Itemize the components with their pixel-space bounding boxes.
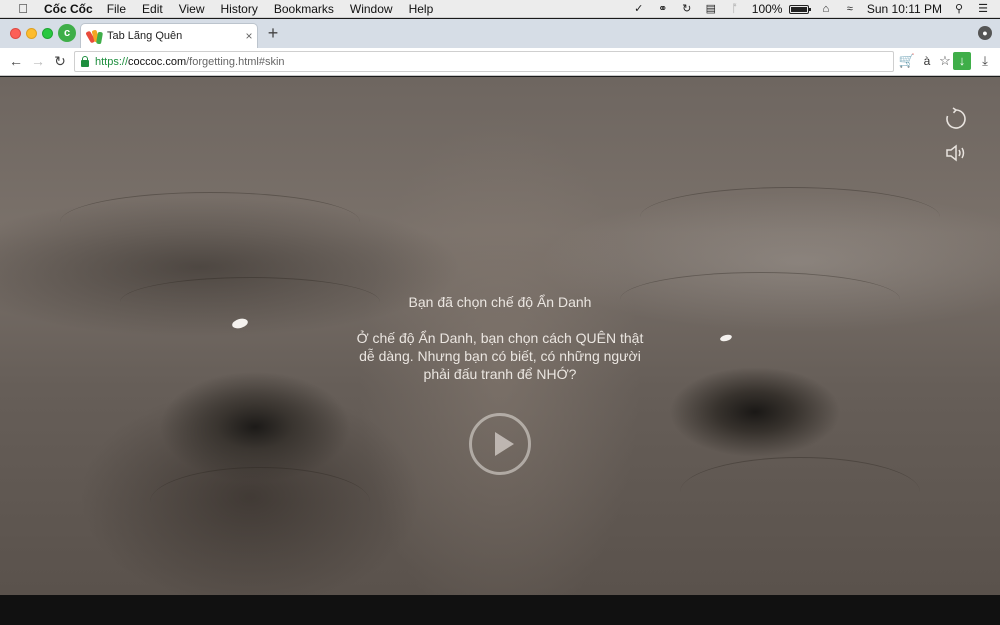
replay-icon[interactable] <box>944 107 968 131</box>
sync-icon[interactable]: ↻ <box>680 3 694 15</box>
face-texture <box>150 467 370 537</box>
menu-file[interactable]: File <box>107 2 126 16</box>
window-zoom-button[interactable] <box>42 28 53 39</box>
coccoc-favicon-icon <box>85 29 104 45</box>
speaker-icon[interactable] <box>945 143 969 163</box>
battery-percent: 100% <box>751 2 783 16</box>
menu-history[interactable]: History <box>221 2 258 16</box>
tab-close-icon[interactable]: × <box>241 29 257 43</box>
menu-edit[interactable]: Edit <box>142 2 163 16</box>
forward-arrow-icon[interactable]: → <box>30 53 46 69</box>
message-line: Ở chế độ Ẩn Danh, bạn chọn cách QUÊN thậ… <box>356 330 644 346</box>
tab-active[interactable]: Tab Lãng Quên × <box>80 23 258 48</box>
creative-cloud-icon[interactable]: ⚭ <box>656 3 670 15</box>
bluetooth-icon[interactable]: ᚩ <box>728 3 742 15</box>
menu-help[interactable]: Help <box>409 2 434 16</box>
page-viewport: Bạn đã chọn chế độ Ẩn Danh Ở chế độ Ẩn D… <box>0 77 1000 595</box>
display-icon[interactable]: ▤ <box>704 3 718 15</box>
checkmark-shield-icon[interactable]: ✓ <box>632 3 646 15</box>
eye-highlight <box>719 333 733 343</box>
wifi-icon[interactable]: ≈ <box>843 3 857 15</box>
shopping-cart-icon[interactable]: 🛒 <box>898 52 916 70</box>
message-heading: Bạn đã chọn chế độ Ẩn Danh <box>408 294 592 310</box>
secure-lock-icon[interactable] <box>81 55 89 67</box>
reload-icon[interactable]: ↻ <box>52 53 68 69</box>
face-texture <box>60 192 360 252</box>
back-arrow-icon[interactable]: ← <box>8 53 24 69</box>
home-icon[interactable]: ⌂ <box>819 3 833 15</box>
message-body: Ở chế độ Ẩn Danh, bạn chọn cách QUÊN thậ… <box>320 329 680 383</box>
menu-window[interactable]: Window <box>350 2 393 16</box>
incognito-message: Bạn đã chọn chế độ Ẩn Danh Ở chế độ Ẩn D… <box>320 293 680 383</box>
menu-app-name[interactable]: Cốc Cốc <box>44 2 93 16</box>
face-texture <box>680 457 920 527</box>
page-bottom-bar <box>0 595 1000 625</box>
download-icon[interactable]: ⤓ <box>976 52 994 70</box>
menu-bookmarks[interactable]: Bookmarks <box>274 2 334 16</box>
menu-bar:  Cốc Cốc File Edit View History Bookmar… <box>0 0 1000 18</box>
clock[interactable]: Sun 10:11 PM <box>867 2 942 16</box>
face-texture <box>640 187 940 247</box>
menu-extras: ✓ ⚭ ↻ ▤ ᚩ 100% ⌂ ≈ Sun 10:11 PM ⚲ ☰ <box>632 0 1000 18</box>
window-close-button[interactable] <box>10 28 21 39</box>
notification-center-icon[interactable]: ☰ <box>976 3 990 15</box>
profile-avatar-icon[interactable]: ● <box>978 26 992 40</box>
translate-button[interactable]: à <box>918 52 936 70</box>
new-tab-button[interactable]: + <box>264 24 282 42</box>
battery-fill <box>790 7 807 13</box>
battery-status[interactable]: 100% <box>751 2 811 16</box>
play-video-button[interactable] <box>469 413 531 475</box>
coccoc-logo-icon[interactable]: c <box>58 24 76 42</box>
browser-toolbar: ← → ↻ https:// coccoc.com /forgetting.ht… <box>0 48 1000 76</box>
tab-strip: c Tab Lãng Quên × + ● <box>0 19 1000 48</box>
url-scheme: https:// <box>95 55 129 68</box>
window-minimize-button[interactable] <box>26 28 37 39</box>
media-download-icon[interactable]: ↓ <box>953 52 971 70</box>
bookmark-star-icon[interactable]: ☆ <box>936 52 954 70</box>
message-line: phải đấu tranh để NHỚ? <box>423 366 577 382</box>
apple-menu-icon[interactable]:  <box>16 1 30 16</box>
battery-icon <box>788 5 811 15</box>
address-bar[interactable]: https:// coccoc.com /forgetting.html#ski… <box>74 51 894 72</box>
menu-view[interactable]: View <box>179 2 205 16</box>
url-host: coccoc.com <box>128 55 187 68</box>
tab-title: Tab Lãng Quên <box>107 30 183 42</box>
url-path: /forgetting.html#skin <box>186 55 285 68</box>
message-line: dễ dàng. Nhưng bạn có biết, có những ngư… <box>359 348 641 364</box>
spotlight-search-icon[interactable]: ⚲ <box>952 3 966 15</box>
